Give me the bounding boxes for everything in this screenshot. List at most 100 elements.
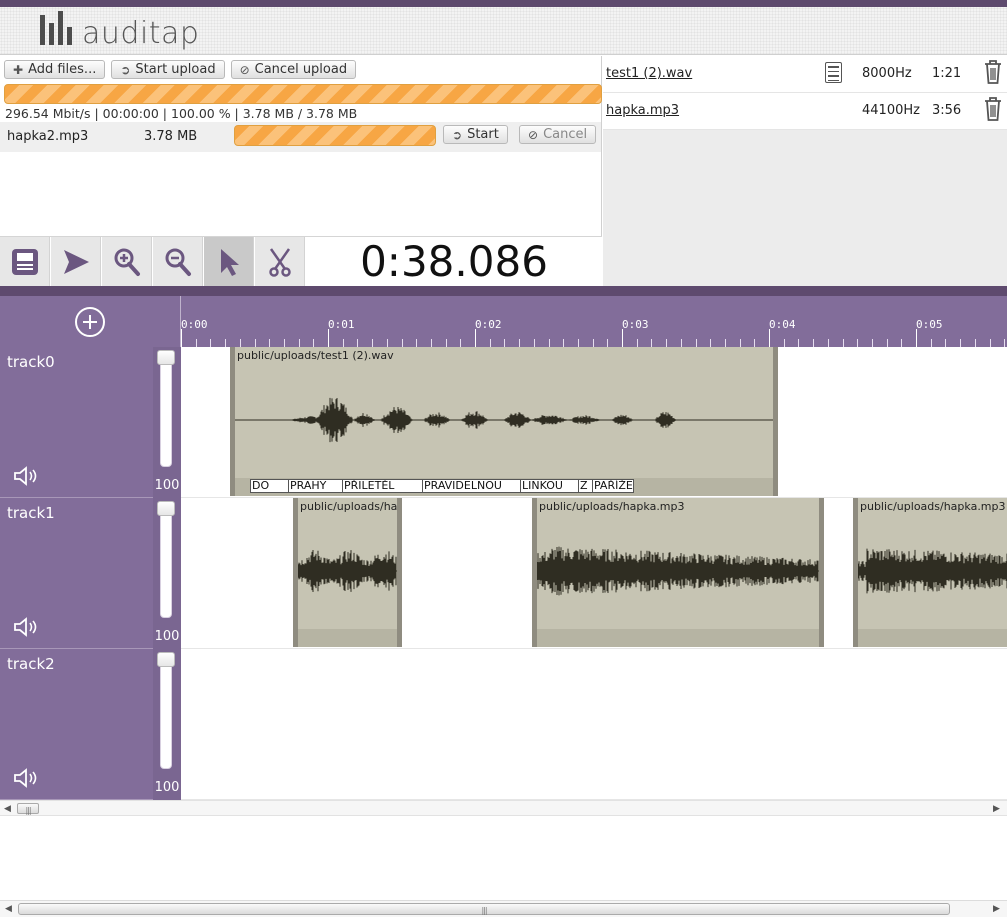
transcript-word[interactable]: PŘILETĚL [342,479,422,493]
plus-icon: ✚ [13,62,24,77]
file-link[interactable]: test1 (2).wav [606,66,692,81]
ruler-minor-tick [519,339,521,347]
clip-title: public/uploads/test1 (2).wav [237,349,394,362]
files-panel: test1 (2).wav 8000Hz 1:21 hapka.mp3 4410… [603,56,1007,286]
cut-tool-button[interactable] [255,237,305,287]
play-button[interactable] [51,237,101,287]
ruler-minor-tick [357,339,359,347]
add-track-icon[interactable] [75,307,105,337]
upload-status-text: 296.54 Mbit/s | 00:00:00 | 100.00 % | 3.… [5,106,358,121]
volume-slider-handle[interactable] [157,501,175,516]
speaker-icon[interactable] [13,616,41,638]
editor-toolbar: 0:38.086 [0,236,602,287]
ruler-minor-tick [974,339,976,347]
file-item: test1 (2).wav 8000Hz 1:21 [603,56,1007,93]
track-controls: track1 100 [0,498,181,649]
volume-slider-handle[interactable] [157,652,175,667]
select-tool-button[interactable] [204,237,254,287]
queued-cancel-button[interactable]: ⊘ Cancel [519,125,597,144]
ruler-minor-tick [401,339,403,347]
volume-slider[interactable] [160,355,172,467]
ruler-minor-tick [666,339,668,347]
save-button[interactable] [0,237,50,287]
clip-footer [298,629,397,647]
ruler-minor-tick [651,339,653,347]
transcript-word[interactable]: PRAVIDELNOU [422,479,520,493]
ruler-minor-tick [548,339,550,347]
ruler-major-tick [622,329,623,347]
cancel-icon: ⊘ [528,127,539,142]
zoom-out-button[interactable] [153,237,203,287]
queued-start-button[interactable]: ➲ Start [443,125,508,144]
track-lane[interactable]: public/uploads/test1 (2).wav DO PRAHY PŘ… [181,347,1007,498]
clip-footer [537,629,819,647]
ruler-minor-tick [372,339,374,347]
transcript-word[interactable]: PAŘÍŽE [592,479,634,493]
transcript-word[interactable]: LINKOU [520,479,578,493]
ruler-minor-tick [445,339,447,347]
ruler-tick-label: 0:02 [475,318,502,331]
files-list: test1 (2).wav 8000Hz 1:21 hapka.mp3 4410… [603,56,1007,130]
volume-value: 100 [154,780,180,795]
volume-slider[interactable] [160,506,172,618]
ruler-minor-tick [827,339,829,347]
playlist-horizontal-scrollbar[interactable]: ◀ ||| ▶ [0,800,1007,816]
transcript-word[interactable]: PRAHY [288,479,342,493]
scroll-right-arrow-icon[interactable]: ▶ [993,804,1000,814]
scroll-left-arrow-icon[interactable]: ◀ [5,904,12,914]
track-lane[interactable]: public/uploads/hapka.mp3 public/uploads/… [181,498,1007,649]
transcript-word[interactable]: Z [578,479,592,493]
ruler-minor-tick [504,339,506,347]
track-lane[interactable] [181,649,1007,800]
audio-clip[interactable]: public/uploads/hapka.mp3 [853,498,1007,647]
scroll-right-arrow-icon[interactable]: ▶ [993,904,1000,914]
queued-file-size: 3.78 MB [144,129,198,144]
volume-value: 100 [154,629,180,644]
top-accent-bar [0,0,1007,7]
waveform [235,397,773,443]
track-controls: track2 100 [0,649,181,800]
ruler-minor-tick [239,339,241,347]
zoom-in-button[interactable] [102,237,152,287]
ruler-minor-tick [871,339,873,347]
speaker-icon[interactable] [13,465,41,487]
transcript-word[interactable]: DO [250,479,288,493]
start-upload-button[interactable]: ➲ Start upload [111,60,225,79]
ruler-minor-tick [269,339,271,347]
queued-start-label: Start [467,127,499,142]
ruler-minor-tick [886,339,888,347]
trash-icon[interactable] [982,59,1004,85]
file-item: hapka.mp3 44100Hz 3:56 [603,93,1007,130]
audio-clip[interactable]: public/uploads/hapka.mp3 [293,498,402,647]
volume-slider[interactable] [160,657,172,769]
start-upload-label: Start upload [135,62,216,77]
timeline-ruler[interactable]: 0:00 0:01 0:02 0:03 0:04 0:05 [181,296,1007,347]
volume-slider-handle[interactable] [157,350,175,365]
cancel-upload-button[interactable]: ⊘ Cancel upload [230,60,357,79]
ruler-minor-tick [636,339,638,347]
ruler-minor-tick [225,339,227,347]
track-name: track2 [7,655,55,673]
ruler-minor-tick [592,339,594,347]
transcript-document-icon[interactable] [825,62,842,83]
audio-clip[interactable]: public/uploads/test1 (2).wav DO PRAHY PŘ… [230,347,778,496]
queued-cancel-label: Cancel [543,127,588,142]
scrollbar-thumb[interactable]: ||| [18,903,950,915]
ruler-minor-tick [577,339,579,347]
audio-clip[interactable]: public/uploads/hapka.mp3 [532,498,824,647]
speaker-icon[interactable] [13,767,41,789]
page-horizontal-scrollbar[interactable]: ◀ ||| ▶ [0,900,1007,917]
ruler-minor-tick [210,339,212,347]
scrollbar-thumb[interactable]: ||| [17,803,39,815]
ruler-minor-tick [460,339,462,347]
clip-title: public/uploads/hapka.mp3 [300,500,402,513]
file-link[interactable]: hapka.mp3 [606,103,679,118]
trash-icon[interactable] [982,96,1004,122]
logo[interactable]: auditap [40,11,199,51]
scroll-left-arrow-icon[interactable]: ◀ [4,804,11,814]
ruler-tick-label: 0:01 [328,318,355,331]
add-files-button[interactable]: ✚ Add files... [4,60,106,79]
ruler-minor-tick [989,339,991,347]
ruler-tick-label: 0:05 [916,318,943,331]
file-duration: 3:56 [932,103,962,118]
